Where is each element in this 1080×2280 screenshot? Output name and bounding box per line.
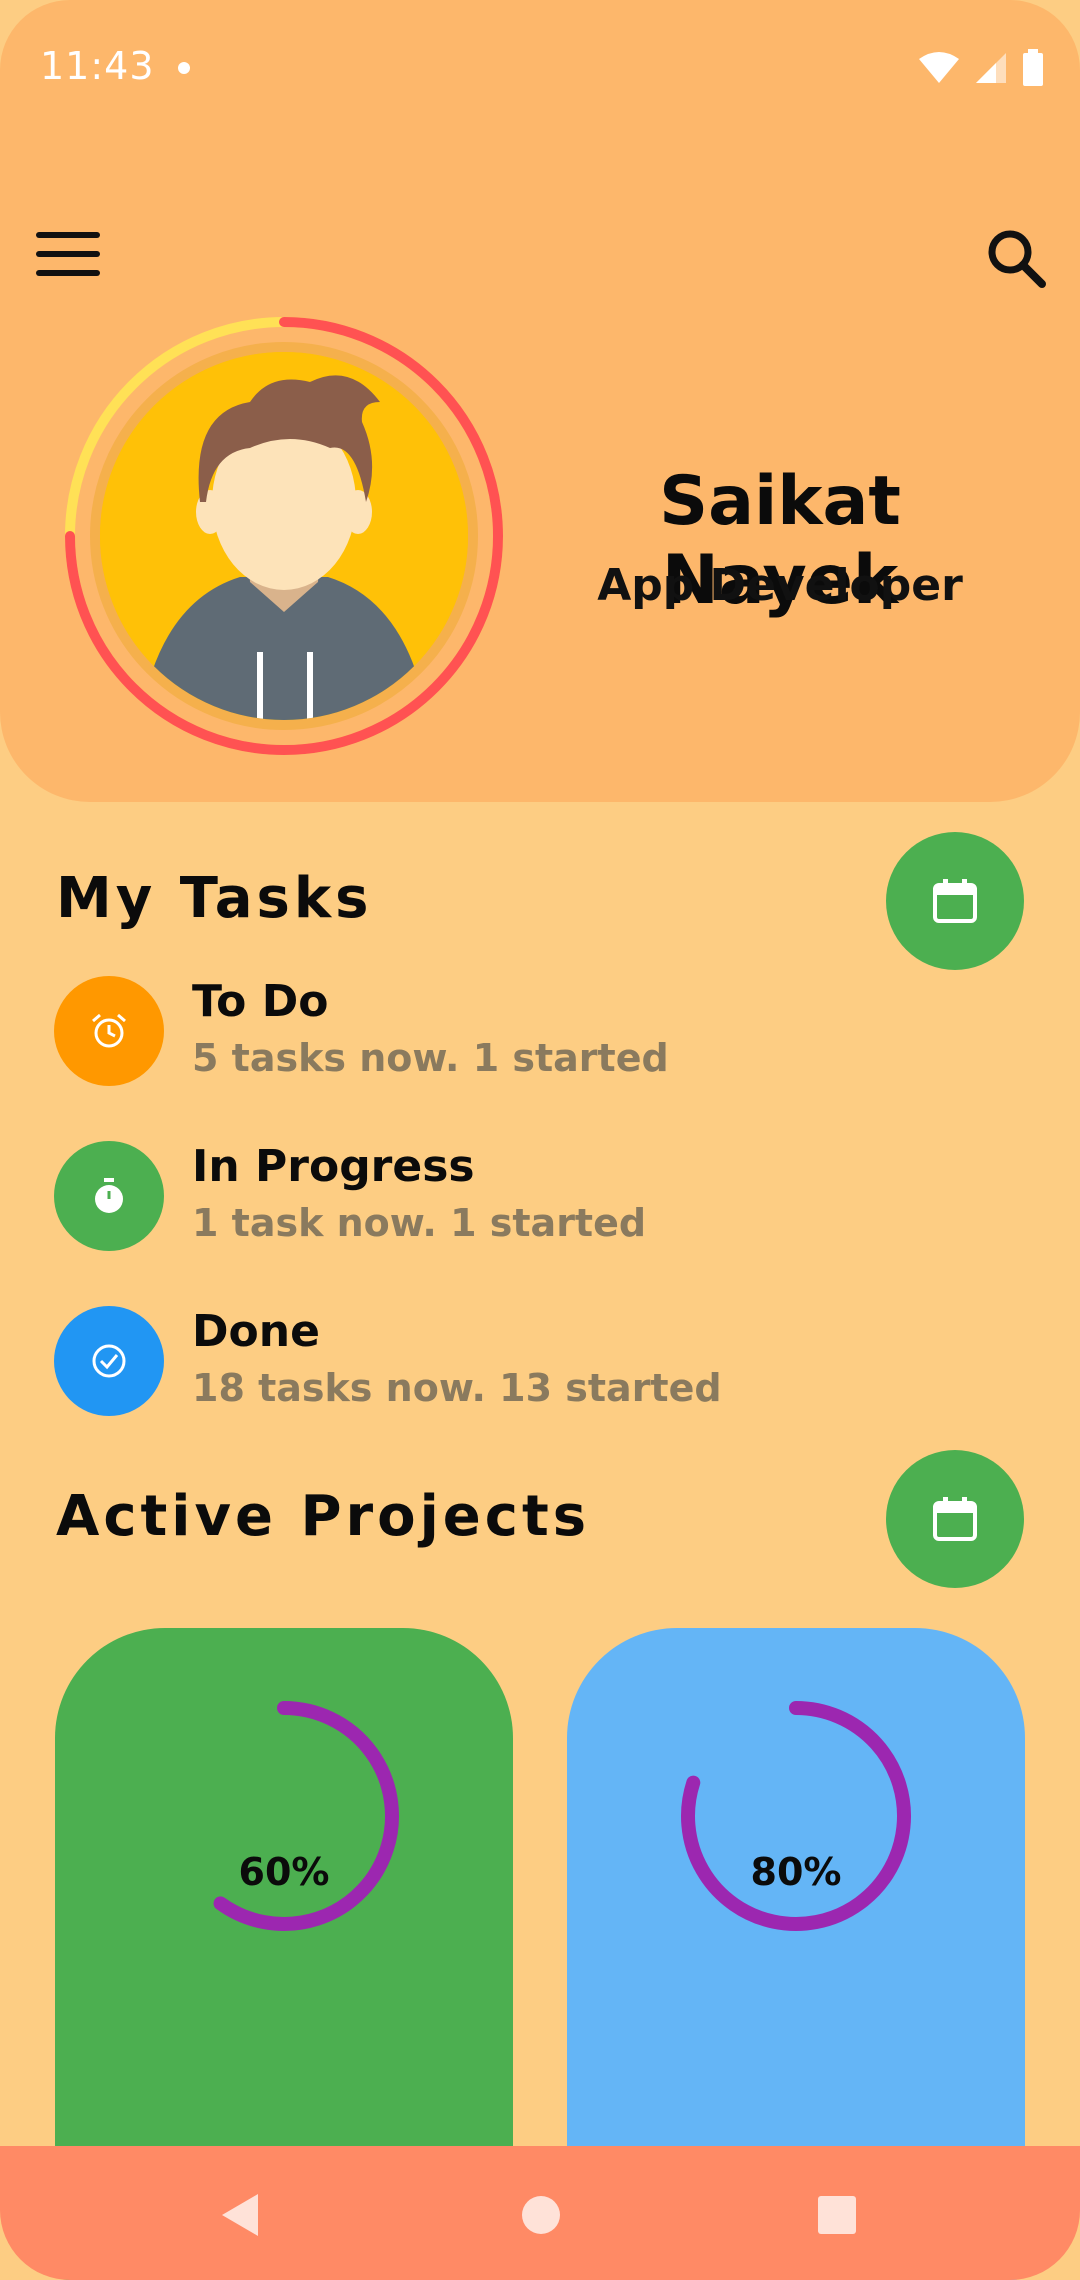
task-item-todo[interactable]: To Do 5 tasks now. 1 started xyxy=(54,976,1014,1096)
task-subtitle: 1 task now. 1 started xyxy=(192,1201,647,1245)
wifi-icon xyxy=(919,52,959,83)
task-label: In Progress xyxy=(192,1141,475,1192)
profile-header: 11:43 Saikat Nayek App Developer xyxy=(0,0,1080,802)
timer-icon xyxy=(54,1141,164,1251)
back-icon[interactable] xyxy=(218,2192,262,2238)
tasks-calendar-button[interactable] xyxy=(886,832,1024,970)
active-projects-title: Active Projects xyxy=(56,1484,591,1549)
cell-signal-icon xyxy=(976,53,1006,83)
my-tasks-title: My Tasks xyxy=(56,866,373,931)
recents-icon[interactable] xyxy=(816,2194,858,2236)
menu-icon[interactable] xyxy=(36,232,100,284)
task-item-in-progress[interactable]: In Progress 1 task now. 1 started xyxy=(54,1141,1014,1261)
calendar-icon xyxy=(933,879,977,923)
task-subtitle: 5 tasks now. 1 started xyxy=(192,1036,669,1080)
profile-role: App Developer xyxy=(597,560,963,611)
user-avatar-icon xyxy=(100,352,468,720)
task-subtitle: 18 tasks now. 13 started xyxy=(192,1366,722,1410)
avatar[interactable] xyxy=(90,342,478,730)
project-percent: 80% xyxy=(750,1850,842,1894)
progress-arc xyxy=(681,1701,911,1931)
search-icon[interactable] xyxy=(984,226,1048,290)
calendar-icon xyxy=(933,1497,977,1541)
battery-icon xyxy=(1023,49,1043,86)
task-label: Done xyxy=(192,1306,320,1357)
status-time: 11:43 xyxy=(40,44,155,88)
navigation-bar xyxy=(0,2146,1080,2280)
progress-arc xyxy=(213,1701,400,1931)
projects-calendar-button[interactable] xyxy=(886,1450,1024,1588)
avatar-progress-ring xyxy=(60,312,508,760)
home-icon[interactable] xyxy=(520,2194,562,2236)
task-item-done[interactable]: Done 18 tasks now. 13 started xyxy=(54,1306,1014,1426)
check-circle-icon xyxy=(54,1306,164,1416)
app-screen: 11:43 Saikat Nayek App Developer My Task… xyxy=(0,0,1080,2280)
task-label: To Do xyxy=(192,976,329,1027)
status-icons xyxy=(918,48,1044,88)
status-bar: 11:43 xyxy=(0,0,1080,140)
notification-dot-icon xyxy=(178,62,190,74)
project-percent: 60% xyxy=(238,1850,330,1894)
alarm-icon xyxy=(54,976,164,1086)
